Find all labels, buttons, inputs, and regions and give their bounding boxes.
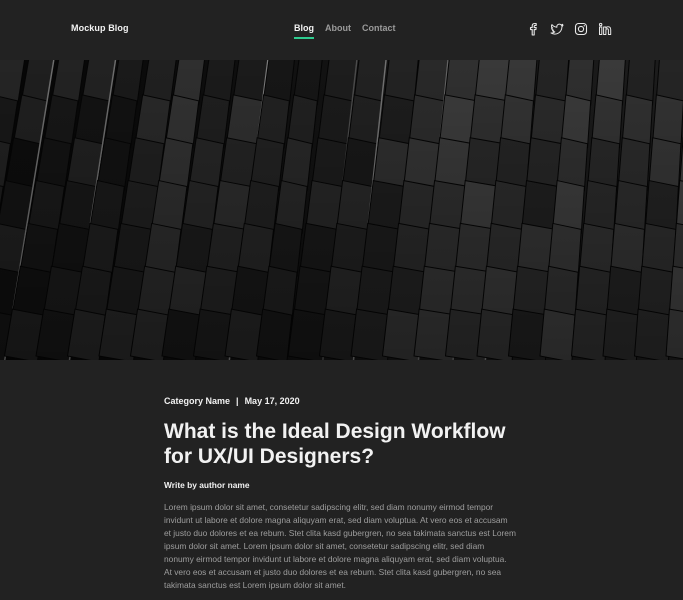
linkedin-icon	[598, 22, 612, 35]
linkedin-link[interactable]	[598, 22, 612, 36]
site-header: Mockup Blog Blog About Contact	[0, 0, 683, 60]
hero-image	[0, 60, 683, 360]
building-facade-image	[0, 60, 683, 360]
main-nav: Blog About Contact	[294, 23, 396, 39]
twitter-link[interactable]	[550, 22, 564, 36]
article-date: May 17, 2020	[244, 396, 300, 406]
nav-item-blog[interactable]: Blog	[294, 23, 314, 39]
meta-separator: |	[236, 396, 239, 406]
nav-item-about[interactable]: About	[325, 23, 351, 39]
article: Category Name | May 17, 2020 What is the I…	[164, 396, 520, 600]
category-link[interactable]: Category Name	[164, 396, 230, 406]
page: Mockup Blog Blog About Contact Category …	[0, 0, 683, 600]
brand-logo-link[interactable]: Mockup Blog	[71, 23, 129, 33]
facebook-link[interactable]	[526, 22, 540, 36]
twitter-icon	[550, 23, 564, 35]
article-body: Lorem ipsum dolor sit amet, consetetur s…	[164, 502, 516, 590]
article-meta: Category Name | May 17, 2020	[164, 396, 520, 408]
instagram-link[interactable]	[574, 22, 588, 36]
article-author: Write by author name	[164, 480, 250, 490]
article-title: What is the Ideal Design Workflow for UX…	[164, 420, 506, 468]
social-links	[526, 22, 612, 36]
facebook-icon	[529, 22, 537, 36]
instagram-icon	[574, 22, 588, 36]
nav-item-contact[interactable]: Contact	[362, 23, 396, 39]
